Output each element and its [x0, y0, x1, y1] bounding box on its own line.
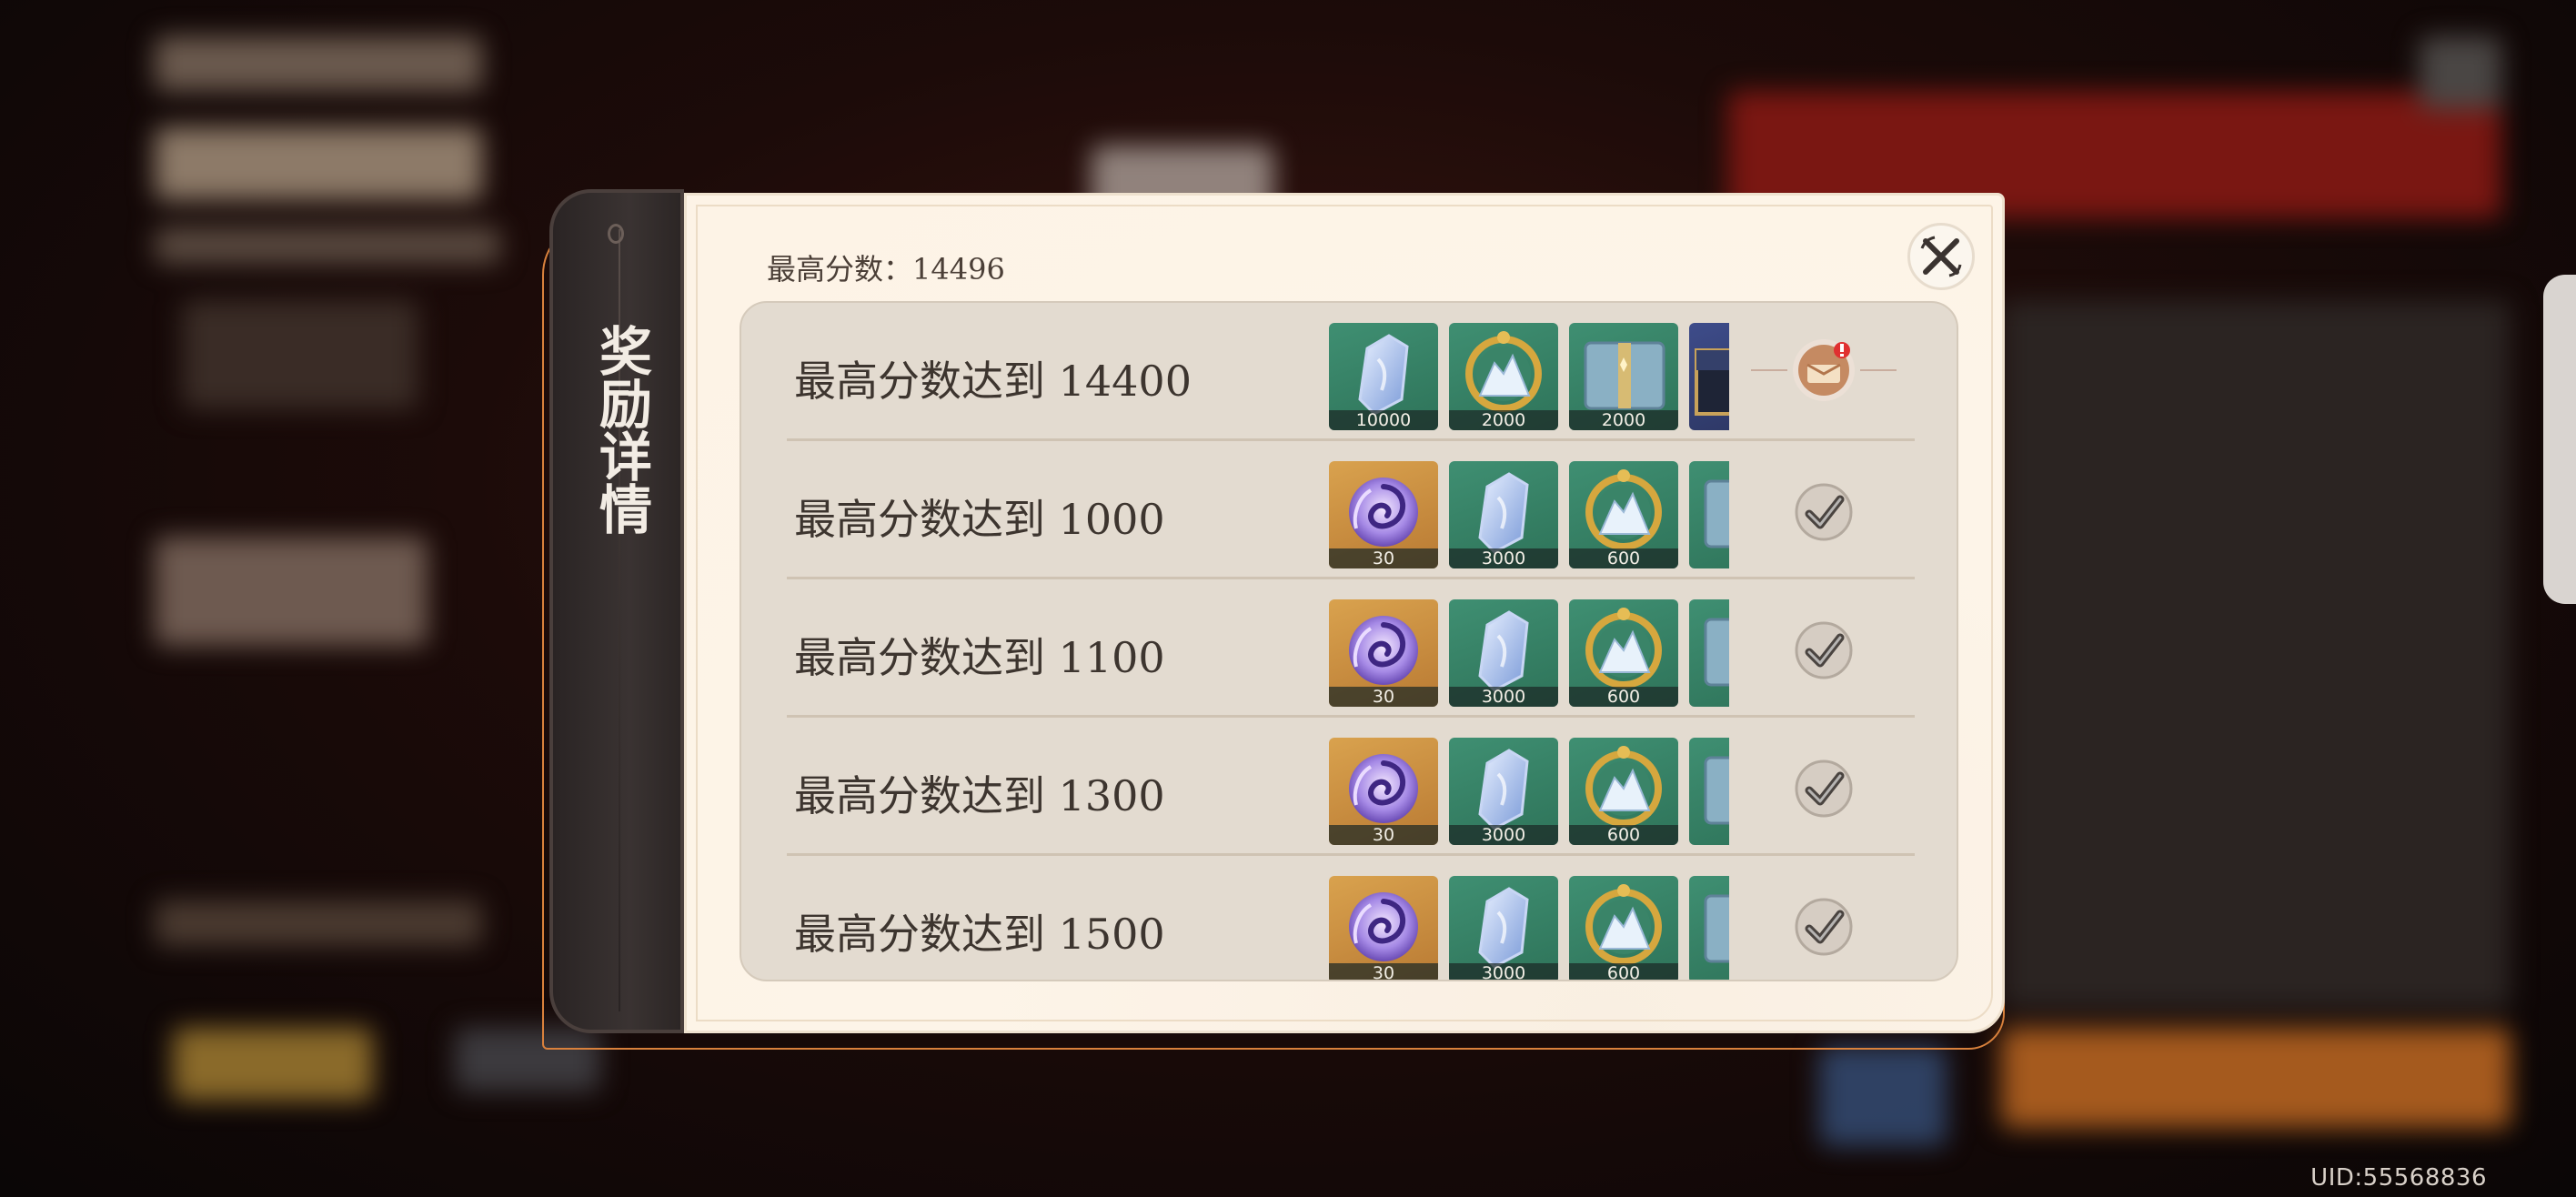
- reward-item[interactable]: 3000: [1449, 876, 1558, 980]
- reward-row: 最高分数达到 1100 30 3000 600: [787, 579, 1915, 718]
- reward-item[interactable]: 30: [1329, 461, 1438, 568]
- gift-box-icon: [1751, 339, 1897, 401]
- close-button[interactable]: [1907, 223, 1975, 290]
- reward-item[interactable]: [1689, 738, 1729, 845]
- reward-items: 30 3000 600: [1329, 461, 1729, 570]
- modal-side-tab: 奖励详情: [549, 189, 684, 1033]
- reward-item[interactable]: 30: [1329, 599, 1438, 707]
- reward-item[interactable]: 3000: [1449, 599, 1558, 707]
- claimed-check-icon: [1795, 483, 1853, 541]
- item-count: 2000: [1569, 410, 1678, 430]
- best-score: 最高分数：14496: [767, 252, 1005, 287]
- reward-item[interactable]: 600: [1569, 876, 1678, 980]
- reward-item[interactable]: 600: [1569, 738, 1678, 845]
- item-count: 30: [1329, 687, 1438, 707]
- reward-item[interactable]: 30: [1329, 738, 1438, 845]
- item-count: 600: [1569, 963, 1678, 980]
- reward-item[interactable]: [1689, 461, 1729, 568]
- uid-label: UID:55568836: [2310, 1164, 2487, 1192]
- item-count: 3000: [1449, 963, 1558, 980]
- item-count: 30: [1329, 548, 1438, 568]
- reward-threshold-label: 最高分数达到 1500: [794, 910, 1165, 959]
- reward-row: 最高分数达到 1300 30 3000 600: [787, 718, 1915, 856]
- reward-items: 30 3000 600: [1329, 599, 1729, 709]
- reward-items: 10000 2000 2000: [1329, 323, 1729, 432]
- reward-threshold-label: 最高分数达到 1100: [794, 633, 1165, 682]
- claimed-check-icon: [1795, 759, 1853, 818]
- reward-item[interactable]: 600: [1569, 461, 1678, 568]
- side-drawer-handle[interactable]: [2543, 275, 2576, 604]
- item-count: 3000: [1449, 548, 1558, 568]
- reward-item[interactable]: 2000: [1569, 323, 1678, 430]
- item-count: 30: [1329, 963, 1438, 980]
- reward-row: 最高分数达到 1000 30 3000 600: [787, 441, 1915, 579]
- item-count: 2000: [1449, 410, 1558, 430]
- reward-item[interactable]: 3000: [1449, 461, 1558, 568]
- reward-item[interactable]: [1689, 876, 1729, 980]
- claim-reward-button[interactable]: [1751, 334, 1897, 407]
- close-icon: [1920, 236, 1962, 277]
- reward-threshold-label: 最高分数达到 1000: [794, 495, 1165, 544]
- item-count: 600: [1569, 687, 1678, 707]
- tab-pin-icon: [608, 224, 624, 244]
- item-count: 600: [1569, 548, 1678, 568]
- reward-details-modal: 奖励详情 最高分数：14496 最高分数达到 14400 10000 2000 200…: [549, 189, 2005, 1033]
- reward-item[interactable]: 10000: [1329, 323, 1438, 430]
- reward-item[interactable]: [1689, 599, 1729, 707]
- item-count: 30: [1329, 825, 1438, 845]
- item-count: 10000: [1329, 410, 1438, 430]
- item-count: 3000: [1449, 825, 1558, 845]
- reward-items: 30 3000 600: [1329, 738, 1729, 847]
- claimed-check-icon: [1795, 898, 1853, 956]
- reward-item[interactable]: 600: [1569, 599, 1678, 707]
- item-count: 3000: [1449, 687, 1558, 707]
- reward-item[interactable]: 30: [1329, 876, 1438, 980]
- reward-row: 最高分数达到 14400 10000 2000 2000: [787, 303, 1915, 441]
- claimed-check-icon: [1795, 621, 1853, 679]
- reward-row: 最高分数达到 1500 30 3000 600: [787, 856, 1915, 980]
- reward-item[interactable]: 2000: [1449, 323, 1558, 430]
- reward-items: 30 3000 600: [1329, 876, 1729, 980]
- modal-title: 奖励详情: [590, 324, 652, 535]
- item-count: 600: [1569, 825, 1678, 845]
- reward-item[interactable]: [1689, 323, 1729, 430]
- reward-item[interactable]: 3000: [1449, 738, 1558, 845]
- modal-panel: 最高分数：14496 最高分数达到 14400 10000 2000 2000 最高分…: [684, 193, 2005, 1033]
- reward-threshold-label: 最高分数达到 14400: [794, 357, 1192, 406]
- reward-list[interactable]: 最高分数达到 14400 10000 2000 2000 最高分数达到 1000 30 3…: [740, 301, 1958, 981]
- reward-threshold-label: 最高分数达到 1300: [794, 771, 1165, 820]
